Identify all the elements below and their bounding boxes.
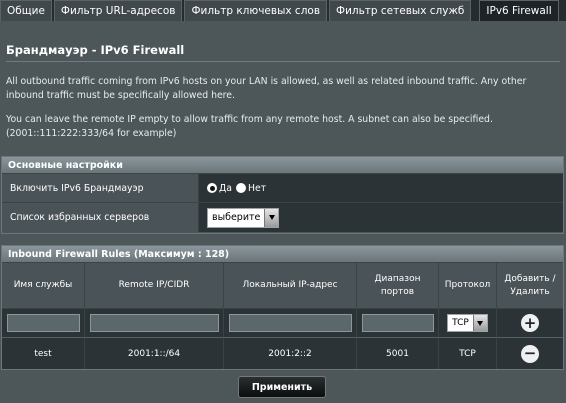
rules-table-header: Имя службы Remote IP/CIDR Локальный IP-а… xyxy=(2,263,563,309)
tab-url-filter[interactable]: Фильтр URL-адресов xyxy=(53,0,183,21)
remote-ip-input[interactable] xyxy=(89,314,219,332)
tab-keyword-filter[interactable]: Фильтр ключевых слов xyxy=(184,0,328,21)
table-row: test 2001:1::/64 2001:2::2 5001 TCP − xyxy=(2,338,563,369)
basic-settings-section: Основные настройки Включить IPv6 Брандма… xyxy=(1,156,564,234)
rule-protocol: TCP xyxy=(439,338,497,369)
protocol-value: TCP xyxy=(452,318,469,328)
local-ip-input[interactable] xyxy=(228,314,352,332)
apply-button[interactable]: Применить xyxy=(238,376,326,398)
minus-circle-icon[interactable]: − xyxy=(521,344,539,363)
enable-no-radio[interactable] xyxy=(235,183,246,193)
port-range-input[interactable] xyxy=(361,314,434,332)
protocol-select[interactable]: TCP xyxy=(447,314,488,332)
col-service-name: Имя службы xyxy=(2,263,85,309)
favorite-servers-label: Список избранных серверов xyxy=(2,203,199,232)
service-name-input[interactable] xyxy=(6,314,80,332)
col-remote-ip: Remote IP/CIDR xyxy=(85,263,224,309)
enable-yes-radio[interactable] xyxy=(207,183,217,193)
tab-network-services-filter[interactable]: Фильтр сетевых служб xyxy=(329,0,472,21)
inbound-rules-header: Inbound Firewall Rules (Максимум : 128) xyxy=(2,246,563,263)
rule-local-ip: 2001:2::2 xyxy=(224,338,357,369)
page-title: Брандмауэр - IPv6 Firewall xyxy=(6,43,185,57)
col-add-delete: Добавить / Удалить xyxy=(497,263,563,309)
tab-ipv6-firewall[interactable]: IPv6 Firewall xyxy=(479,0,559,21)
col-protocol: Протокол xyxy=(439,263,497,309)
plus-circle-icon[interactable]: + xyxy=(521,314,539,332)
description-remote-ip: You can leave the remote IP empty to all… xyxy=(6,114,493,139)
description-outbound: All outbound traffic coming from IPv6 ho… xyxy=(6,76,527,101)
rule-service-name: test xyxy=(2,338,85,369)
chevron-down-icon xyxy=(472,315,487,331)
tab-bar: Общие Фильтр URL-адресов Фильтр ключевых… xyxy=(0,0,566,21)
favorite-servers-select[interactable]: выберите xyxy=(207,207,280,228)
inbound-rules-section: Inbound Firewall Rules (Максимум : 128) … xyxy=(1,245,564,370)
new-rule-row: TCP + xyxy=(2,309,563,338)
tab-general[interactable]: Общие xyxy=(0,0,52,21)
col-local-ip: Локальный IP-адрес xyxy=(224,263,357,309)
chevron-down-icon xyxy=(264,208,279,227)
enable-firewall-row: Включить IPv6 Брандмауэр Да Нет xyxy=(2,174,563,203)
rule-port-range: 5001 xyxy=(357,338,439,369)
favorite-servers-row: Список избранных серверов выберите xyxy=(2,203,563,232)
col-port-range: Диапазон портов xyxy=(357,263,439,309)
enable-yes-label: Да xyxy=(219,182,232,194)
favorite-servers-value: выберите xyxy=(212,212,261,223)
enable-no-label: Нет xyxy=(247,182,267,194)
enable-firewall-label: Включить IPv6 Брандмауэр xyxy=(2,174,199,202)
basic-settings-header: Основные настройки xyxy=(2,157,563,174)
rule-remote-ip: 2001:1::/64 xyxy=(85,338,224,369)
title-divider xyxy=(6,61,560,62)
